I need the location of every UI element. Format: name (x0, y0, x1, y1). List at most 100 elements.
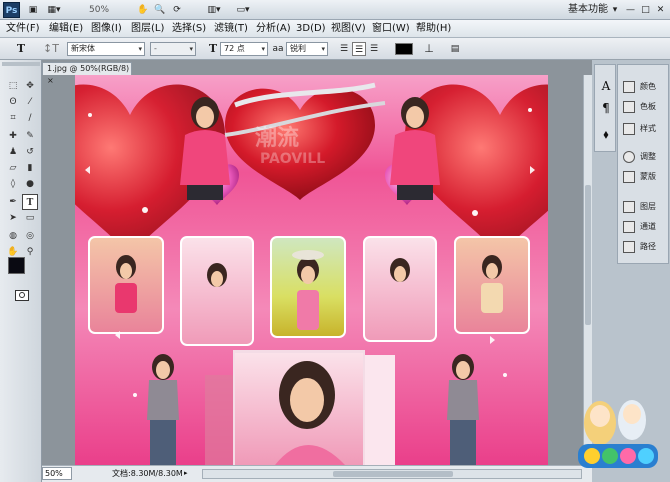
panel-group: 颜色 色板 样式 调整 蒙版 图层 通道 路径 (617, 64, 669, 264)
brush-presets-icon[interactable]: ⬧ (599, 127, 613, 142)
antialias-select[interactable]: 锐利 ▾ (286, 42, 328, 56)
chevron-down-icon: ▾ (321, 45, 325, 53)
paths-icon (623, 241, 635, 253)
tools-panel: ⬚ ✥ ʘ ⁄ ⌗ ∕ ✚ ✎ ♟ ↺ ▱ ▮ ◊ ● ✒ T ➤ ▭ ◍ ◎ … (0, 60, 42, 482)
panel-color[interactable]: 颜色 (618, 77, 670, 97)
warp-text-icon[interactable]: ⊥ (423, 42, 435, 56)
type-tool-icon[interactable]: T (22, 194, 38, 210)
options-bar: T ↕T 新宋体 ▾ - ▾ T 72 点 ▾ aa 锐利 ▾ ☰ ☰ ☰ ⊥ ▤ (0, 38, 670, 60)
document-tab[interactable]: 1.jpg @ 50%(RGB/8) × (42, 62, 132, 85)
character-icon[interactable]: A (599, 79, 613, 93)
font-style-select[interactable]: - ▾ (150, 42, 196, 56)
align-left-icon[interactable]: ☰ (338, 42, 350, 56)
menu-analysis[interactable]: 分析(A) (256, 22, 291, 36)
close-icon[interactable]: × (47, 76, 54, 85)
text-panel-strip: A ¶ ⬧ (594, 64, 616, 152)
arrange-documents-icon[interactable]: ▥▾ (203, 3, 225, 17)
character-panel-icon[interactable]: ▤ (449, 42, 461, 56)
panel-dock: A ¶ ⬧ 颜色 色板 样式 调整 蒙版 图层 通道 路径 (578, 60, 670, 482)
scrollbar-thumb[interactable] (585, 185, 591, 325)
chevron-down-icon: ▾ (261, 45, 265, 53)
channels-icon (623, 221, 635, 233)
rotate-view-icon[interactable]: ⟳ (170, 3, 184, 17)
history-brush-tool-icon[interactable]: ↺ (22, 144, 38, 160)
healing-brush-tool-icon[interactable]: ✚ (5, 128, 21, 144)
adjust-icon (623, 151, 635, 163)
panel-paths[interactable]: 路径 (618, 237, 670, 257)
clone-stamp-tool-icon[interactable]: ♟ (5, 144, 21, 160)
horizontal-scrollbar[interactable] (202, 469, 582, 479)
paragraph-icon[interactable]: ¶ (599, 101, 613, 115)
gradient-tool-icon[interactable]: ▮ (22, 160, 38, 176)
eyedropper-tool-icon[interactable]: ∕ (22, 110, 38, 126)
menu-layer[interactable]: 图层(L) (131, 22, 164, 36)
workspace-switcher[interactable]: 基本功能 (567, 3, 611, 17)
status-zoom-field[interactable]: 50% (42, 467, 72, 480)
maximize-button[interactable]: □ (639, 3, 652, 17)
pen-tool-icon[interactable]: ✒ (5, 194, 21, 210)
align-right-icon[interactable]: ☰ (368, 42, 380, 56)
eraser-tool-icon[interactable]: ▱ (5, 160, 21, 176)
menu-view[interactable]: 视图(V) (331, 22, 366, 36)
workspace-dropdown-icon[interactable]: ▾ (611, 3, 619, 17)
menu-bar: 文件(F) 编辑(E) 图像(I) 图层(L) 选择(S) 滤镜(T) 分析(A… (0, 20, 670, 38)
watermark-text: 潮流 (255, 125, 299, 151)
path-selection-tool-icon[interactable]: ➤ (5, 210, 21, 226)
panel-adjustments[interactable]: 调整 (618, 147, 670, 167)
font-family-select[interactable]: 新宋体 ▾ (67, 42, 145, 56)
document-size-info: 文档:8.30M/8.30M (112, 469, 183, 478)
status-menu-icon[interactable]: ▸ (184, 469, 190, 478)
rectangle-tool-icon[interactable]: ▭ (22, 210, 38, 226)
text-color-swatch[interactable] (395, 43, 413, 55)
menu-select[interactable]: 选择(S) (172, 22, 206, 36)
crop-tool-icon[interactable]: ⌗ (5, 110, 21, 126)
3d-orbit-tool-icon[interactable]: ◎ (22, 228, 38, 244)
lasso-tool-icon[interactable]: ʘ (5, 94, 21, 110)
panel-swatches[interactable]: 色板 (618, 97, 670, 117)
brush-tool-icon[interactable]: ✎ (22, 128, 38, 144)
align-center-icon[interactable]: ☰ (352, 42, 366, 56)
photoshop-logo: Ps (3, 2, 20, 18)
move-tool-icon[interactable]: ✥ (22, 78, 38, 94)
panel-styles[interactable]: 样式 (618, 119, 670, 139)
minibridge-icon[interactable]: ▦▾ (44, 3, 64, 17)
panel-layers[interactable]: 图层 (618, 197, 670, 217)
hand-tool-icon[interactable]: ✋ (136, 3, 150, 17)
minimize-button[interactable]: — (624, 3, 637, 17)
chevron-down-icon: ▾ (138, 45, 142, 53)
status-bar: 50% 文档:8.30M/8.30M ▸ (42, 465, 592, 482)
quick-mask-icon[interactable] (15, 290, 29, 301)
hscroll-thumb[interactable] (333, 471, 453, 477)
menu-edit[interactable]: 编辑(E) (49, 22, 83, 36)
dodge-tool-icon[interactable]: ● (22, 176, 38, 192)
swatches-icon (623, 101, 635, 113)
zoom-level[interactable]: 50% (88, 3, 110, 17)
bridge-icon[interactable]: ▣ (26, 3, 40, 17)
foreground-color-swatch[interactable] (8, 257, 25, 274)
tools-panel-grip[interactable] (2, 62, 40, 66)
tool-preset-picker[interactable]: T (10, 42, 32, 56)
menu-filter[interactable]: 滤镜(T) (214, 22, 248, 36)
font-size-icon: T (208, 42, 218, 55)
close-button[interactable]: ✕ (654, 3, 667, 17)
menu-image[interactable]: 图像(I) (91, 22, 122, 36)
image-canvas[interactable]: 潮流 PAOVILL (75, 75, 548, 465)
antialias-icon: aa (272, 44, 284, 54)
magic-wand-tool-icon[interactable]: ⁄ (22, 94, 38, 110)
panel-channels[interactable]: 通道 (618, 217, 670, 237)
menu-3d[interactable]: 3D(D) (296, 22, 326, 36)
canvas-artwork: 潮流 PAOVILL (75, 75, 548, 465)
marquee-tool-icon[interactable]: ⬚ (5, 78, 21, 94)
3d-rotate-tool-icon[interactable]: ◍ (5, 228, 21, 244)
font-size-select[interactable]: 72 点 ▾ (220, 42, 268, 56)
menu-window[interactable]: 窗口(W) (372, 22, 410, 36)
zoom-tool-icon[interactable]: 🔍 (153, 3, 167, 17)
mask-icon (623, 171, 635, 183)
blur-tool-icon[interactable]: ◊ (5, 176, 21, 192)
cartoon-logo (570, 378, 666, 478)
menu-file[interactable]: 文件(F) (6, 22, 40, 36)
panel-masks[interactable]: 蒙版 (618, 167, 670, 187)
text-orientation-icon[interactable]: ↕T (42, 42, 60, 56)
screen-mode-icon[interactable]: ▭▾ (232, 3, 254, 17)
menu-help[interactable]: 帮助(H) (416, 22, 451, 36)
